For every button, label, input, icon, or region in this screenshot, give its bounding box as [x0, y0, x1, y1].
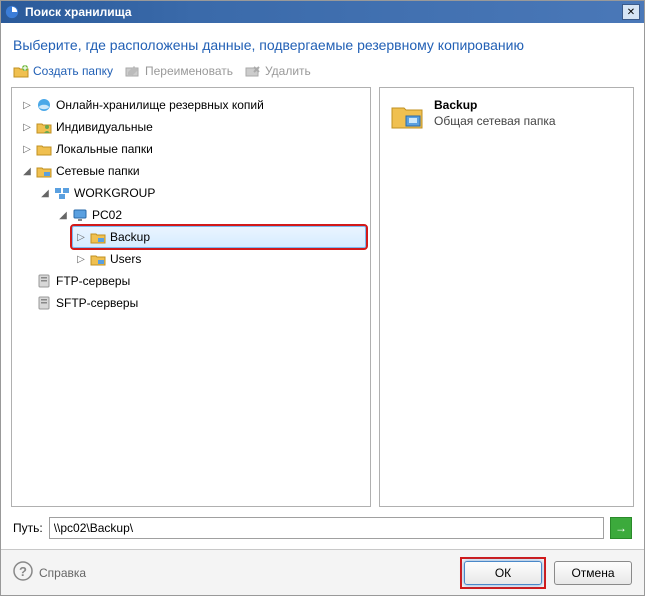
shared-folder-icon: [90, 251, 106, 267]
tree-item-pc02[interactable]: ◢ PC02: [54, 204, 366, 226]
cloud-icon: [36, 97, 52, 113]
workgroup-icon: [54, 185, 70, 201]
tree-item-ftp[interactable]: FTP-серверы: [18, 270, 366, 292]
detail-title: Backup: [434, 98, 556, 112]
delete-button: Удалить: [245, 63, 311, 79]
expander-expanded-icon[interactable]: ◢: [40, 188, 50, 198]
server-icon: [36, 295, 52, 311]
computer-icon: [72, 207, 88, 223]
toolbar: Создать папку Переименовать Удалить: [11, 63, 634, 87]
tree-label: Сетевые папки: [56, 164, 140, 178]
close-button[interactable]: ✕: [622, 4, 640, 20]
create-folder-button[interactable]: Создать папку: [13, 63, 113, 79]
expander-collapsed-icon[interactable]: ▷: [22, 122, 32, 132]
folder-person-icon: [36, 119, 52, 135]
tree-label: Backup: [110, 230, 150, 244]
tree-item-individual[interactable]: ▷ Индивидуальные: [18, 116, 366, 138]
expander-collapsed-icon[interactable]: ▷: [22, 100, 32, 110]
expander-collapsed-icon[interactable]: ▷: [76, 254, 86, 264]
help-label: Справка: [39, 566, 86, 580]
rename-icon: [125, 63, 141, 79]
expander-expanded-icon[interactable]: ◢: [58, 210, 68, 220]
delete-label: Удалить: [265, 64, 311, 78]
delete-icon: [245, 63, 261, 79]
tree-label: Индивидуальные: [56, 120, 153, 134]
tree-label: SFTP-серверы: [56, 296, 138, 310]
tree-label: FTP-серверы: [56, 274, 130, 288]
help-icon: ?: [13, 561, 33, 584]
expander-collapsed-icon[interactable]: ▷: [76, 232, 86, 242]
tree-item-workgroup[interactable]: ◢ WORKGROUP: [36, 182, 366, 204]
rename-label: Переименовать: [145, 64, 233, 78]
detail-subtitle: Общая сетевая папка: [434, 114, 556, 128]
path-label: Путь:: [13, 521, 43, 535]
tree-item-network-folders[interactable]: ◢ Сетевые папки: [18, 160, 366, 182]
tree-label: WORKGROUP: [74, 186, 155, 200]
ok-highlight: ОК: [460, 557, 546, 589]
network-share-icon: [390, 98, 424, 132]
shared-folder-icon: [90, 229, 106, 245]
tree-item-local-folders[interactable]: ▷ Локальные папки: [18, 138, 366, 160]
path-input[interactable]: [49, 517, 604, 539]
tree-item-online-storage[interactable]: ▷ Онлайн-хранилище резервных копий: [18, 94, 366, 116]
tree-label: Users: [110, 252, 141, 266]
path-row: Путь: →: [11, 507, 634, 549]
detail-item[interactable]: Backup Общая сетевая папка: [390, 98, 623, 132]
titlebar: Поиск хранилища ✕: [1, 1, 644, 23]
tree-item-sftp[interactable]: SFTP-серверы: [18, 292, 366, 314]
expander-expanded-icon[interactable]: ◢: [22, 166, 32, 176]
folder-icon: [36, 141, 52, 157]
ok-button[interactable]: ОК: [464, 561, 542, 585]
detail-panel: Backup Общая сетевая папка: [379, 87, 634, 507]
expander-collapsed-icon[interactable]: ▷: [22, 144, 32, 154]
tree-label: PC02: [92, 208, 122, 222]
tree-label: Онлайн-хранилище резервных копий: [56, 98, 264, 112]
svg-text:?: ?: [19, 564, 27, 579]
tree-panel: ▷ Онлайн-хранилище резервных копий ▷ Инд…: [11, 87, 371, 507]
rename-button: Переименовать: [125, 63, 233, 79]
tree-item-backup[interactable]: ▷ Backup: [72, 226, 366, 248]
help-link[interactable]: ? Справка: [13, 561, 86, 584]
tree-item-users[interactable]: ▷ Users: [72, 248, 366, 270]
arrow-right-icon: →: [615, 521, 627, 535]
app-icon: [5, 5, 19, 19]
go-button[interactable]: →: [610, 517, 632, 539]
window-title: Поиск хранилища: [25, 5, 622, 19]
new-folder-icon: [13, 63, 29, 79]
create-folder-label: Создать папку: [33, 64, 113, 78]
footer: ? Справка ОК Отмена: [1, 549, 644, 595]
tree-label: Локальные папки: [56, 142, 153, 156]
server-icon: [36, 273, 52, 289]
network-folder-icon: [36, 163, 52, 179]
cancel-button[interactable]: Отмена: [554, 561, 632, 585]
page-header: Выберите, где расположены данные, подвер…: [11, 31, 634, 63]
